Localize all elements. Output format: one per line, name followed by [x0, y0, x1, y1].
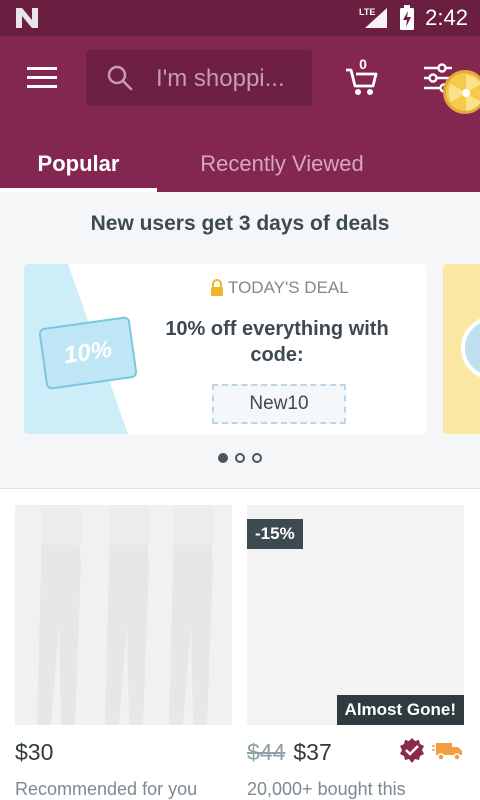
lock-icon — [211, 279, 223, 296]
clock: 2:42 — [425, 5, 468, 30]
promo-title: New users get 3 days of deals — [90, 212, 390, 235]
status-bar: LTE 2:42 — [0, 0, 480, 36]
product-image[interactable]: -15% Almost Gone! — [247, 505, 464, 725]
product-subtitle: Recommended for you — [15, 779, 198, 799]
battery-icon — [400, 5, 415, 30]
carousel-indicator — [218, 453, 262, 463]
carousel-dot[interactable] — [252, 453, 262, 463]
product-price: $37 — [293, 739, 332, 765]
price-row: $30 — [15, 739, 232, 769]
tab-popular[interactable]: Popular — [0, 136, 157, 192]
cart-count: 0 — [359, 56, 367, 72]
stock-badge: Almost Gone! — [336, 695, 464, 725]
product-card[interactable]: $30 Recommended for you — [15, 505, 232, 800]
menu-icon — [27, 67, 57, 88]
original-price: $44 — [247, 739, 286, 765]
signal-icon: LTE — [359, 7, 388, 28]
product-image-graphic — [15, 505, 232, 725]
deal-card[interactable]: 10% TODAY'S DEAL 10% off everything with… — [24, 264, 426, 434]
carousel-dot[interactable] — [218, 453, 228, 463]
product-image[interactable] — [15, 505, 232, 725]
product-perks — [398, 737, 464, 765]
discount-badge: -15% — [247, 519, 303, 549]
deal-tag-label: TODAY'S DEAL — [228, 278, 349, 297]
tab-bar: Popular Recently Viewed — [0, 136, 480, 192]
deal-text: 10% off everything with code: — [165, 318, 389, 366]
prize-wheel-icon[interactable] — [443, 70, 480, 114]
product-price: $30 — [15, 739, 54, 765]
carousel-dot[interactable] — [235, 453, 245, 463]
verified-icon — [400, 738, 424, 763]
product-subtitle: 20,000+ bought this — [247, 779, 406, 799]
app-bar: 0 Popular Recently Viewed — [0, 36, 480, 192]
search-bar[interactable] — [86, 50, 312, 106]
tab-recently-viewed[interactable]: Recently Viewed — [170, 136, 394, 192]
promo-code[interactable]: New10 — [212, 384, 346, 424]
lte-icon: LTE — [359, 7, 375, 17]
deal-card-next[interactable] — [443, 264, 480, 434]
search-icon — [107, 65, 133, 91]
menu-button[interactable] — [18, 58, 66, 98]
prize-wheel-graphic — [448, 75, 480, 111]
ticket-graphic: 10% — [38, 315, 138, 391]
truck-icon — [432, 743, 462, 761]
n-logo-icon — [16, 8, 38, 28]
deal-tag: TODAY'S DEAL — [210, 278, 349, 298]
product-card[interactable]: -15% Almost Gone! $44 $37 20,000+ bought… — [247, 505, 464, 800]
deal-card-next-graphic — [461, 316, 480, 380]
search-input[interactable] — [156, 64, 306, 94]
